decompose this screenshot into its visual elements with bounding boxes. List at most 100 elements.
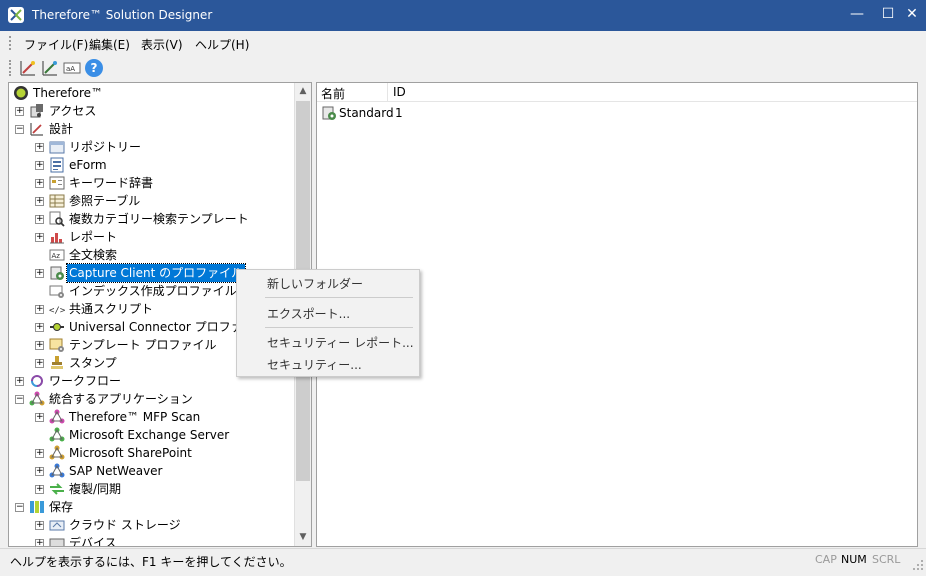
expand-toggle[interactable]: + [35,521,44,530]
expand-toggle[interactable]: + [35,305,44,314]
tree-label: キーワード辞書 [69,176,154,190]
toolbar-grip[interactable] [9,60,12,76]
tree-label: eForm [69,158,107,172]
tree-label: 全文検索 [69,248,118,262]
tree-item-design[interactable]: − 設計 [15,120,295,138]
menu-item-export[interactable]: エクスポート... [267,305,350,322]
expand-toggle[interactable]: + [35,539,44,546]
expand-toggle[interactable]: + [35,215,44,224]
expand-toggle[interactable]: + [35,467,44,476]
tree-label: 設計 [49,122,74,136]
tree-item-storage[interactable]: − 保存 [15,498,295,516]
design-tool-icon[interactable] [19,59,37,77]
tree-label: クラウド ストレージ [69,518,181,532]
menu-file[interactable]: ファイル(F) [24,36,88,53]
title-bar: Therefore™ Solution Designer — ☐ ✕ [0,0,926,31]
integration-icon [29,391,45,406]
tree-label: 保存 [49,500,74,514]
menu-view[interactable]: 表示(V) [141,36,183,53]
tree-item-report[interactable]: + レポート [35,228,295,246]
menu-item-new-folder[interactable]: 新しいフォルダー [267,275,363,292]
list-item-name: Standard [339,106,394,120]
expand-toggle[interactable]: + [15,377,24,386]
template-profile-icon [49,338,64,352]
tree-label: 参照テーブル [69,194,141,208]
workflow-icon [31,375,43,387]
column-header-id[interactable]: ID [393,85,406,99]
fulltext-tool-icon[interactable]: aA [63,59,81,77]
access-icon [30,104,43,118]
list-item-id: 1 [395,106,403,120]
collapse-toggle[interactable]: − [15,125,24,134]
tree-item-sharepoint[interactable]: + Microsoft SharePoint [35,444,295,462]
tree-label: Therefore™ MFP Scan [69,410,201,424]
help-icon[interactable]: ? [85,59,103,77]
expand-toggle[interactable]: + [35,143,44,152]
expand-toggle[interactable]: + [15,107,24,116]
status-text: ヘルプを表示するには、F1 キーを押してください。 [10,555,292,569]
design-alt-tool-icon[interactable] [41,59,59,77]
reference-table-icon [49,194,65,208]
expand-toggle[interactable]: + [35,323,44,332]
tree-item-repository[interactable]: + リポジトリー [35,138,295,156]
tree-item-exchange-server[interactable]: Microsoft Exchange Server [35,426,295,444]
tree-item-keyword-dictionary[interactable]: + キーワード辞書 [35,174,295,192]
tree-item-fulltext-search[interactable]: Az 全文検索 [35,246,295,264]
tree-item-replication[interactable]: + 複製/同期 [35,480,295,498]
expand-toggle[interactable]: + [35,341,44,350]
tree-item-eform[interactable]: + eForm [35,156,295,174]
menu-item-security[interactable]: セキュリティー... [267,356,362,373]
collapse-toggle[interactable]: − [15,503,24,512]
expand-toggle[interactable]: + [35,269,44,278]
tree-item-cloud-storage[interactable]: + クラウド ストレージ [35,516,295,534]
close-button[interactable]: ✕ [889,0,926,31]
expand-toggle[interactable]: + [35,449,44,458]
expand-toggle[interactable]: + [35,179,44,188]
column-header-name[interactable]: 名前 [321,85,345,102]
eform-icon [50,157,64,173]
expand-toggle[interactable]: + [35,161,44,170]
tree-item-reference-table[interactable]: + 参照テーブル [35,192,295,210]
tree-item-access[interactable]: + アクセス [15,102,295,120]
tree-item-device[interactable]: + デバイス [35,534,295,547]
expand-toggle[interactable]: + [35,359,44,368]
tree-label: アクセス [49,104,97,118]
svg-text:Az: Az [52,252,61,260]
tree-label: スタンプ [69,356,117,370]
column-separator[interactable] [387,83,388,102]
tree-label: 共通スクリプト [69,302,154,316]
expand-toggle[interactable]: + [35,197,44,206]
toolbar: aA ? [0,55,926,81]
expand-toggle[interactable]: + [35,485,44,494]
resize-grip-icon[interactable] [912,559,924,571]
tree-item-sap-netweaver[interactable]: + SAP NetWeaver [35,462,295,480]
menu-edit[interactable]: 編集(E) [89,36,130,53]
capture-client-icon [50,266,64,280]
index-profile-icon [49,285,64,298]
sharepoint-icon [49,445,65,460]
exchange-icon [49,427,65,442]
scroll-up-icon[interactable]: ▲ [295,83,311,100]
repository-icon [49,141,65,154]
tree-label: ワークフロー [49,374,122,388]
tree-item-multi-category-search[interactable]: + 複数カテゴリー検索テンプレート [35,210,295,228]
app-logo-icon [8,7,24,23]
stamp-icon [51,356,63,369]
menubar-grip[interactable] [9,36,12,50]
tree-item-integrated-apps[interactable]: − 統合するアプリケーション [15,390,295,408]
svg-text:aA: aA [66,65,75,73]
collapse-toggle[interactable]: − [15,395,24,404]
tree-label: デバイス [69,536,117,547]
scroll-down-icon[interactable]: ▼ [295,529,311,546]
expand-toggle[interactable]: + [35,233,44,242]
menu-help[interactable]: ヘルプ(H) [195,36,249,53]
list-header: 名前 ID [317,83,917,102]
tree-item-root[interactable]: Therefore™ [13,84,293,102]
tree-label: インデックス作成プロファイル [69,284,237,298]
menu-item-security-report[interactable]: セキュリティー レポート... [267,334,414,351]
tree-item-mfp-scan[interactable]: + Therefore™ MFP Scan [35,408,295,426]
caps-lock-indicator: CAP [815,553,837,566]
scroll-lock-indicator: SCRL [872,553,901,566]
expand-toggle[interactable]: + [35,413,44,422]
tree-label-selected: Capture Client のプロファイル [65,263,247,283]
